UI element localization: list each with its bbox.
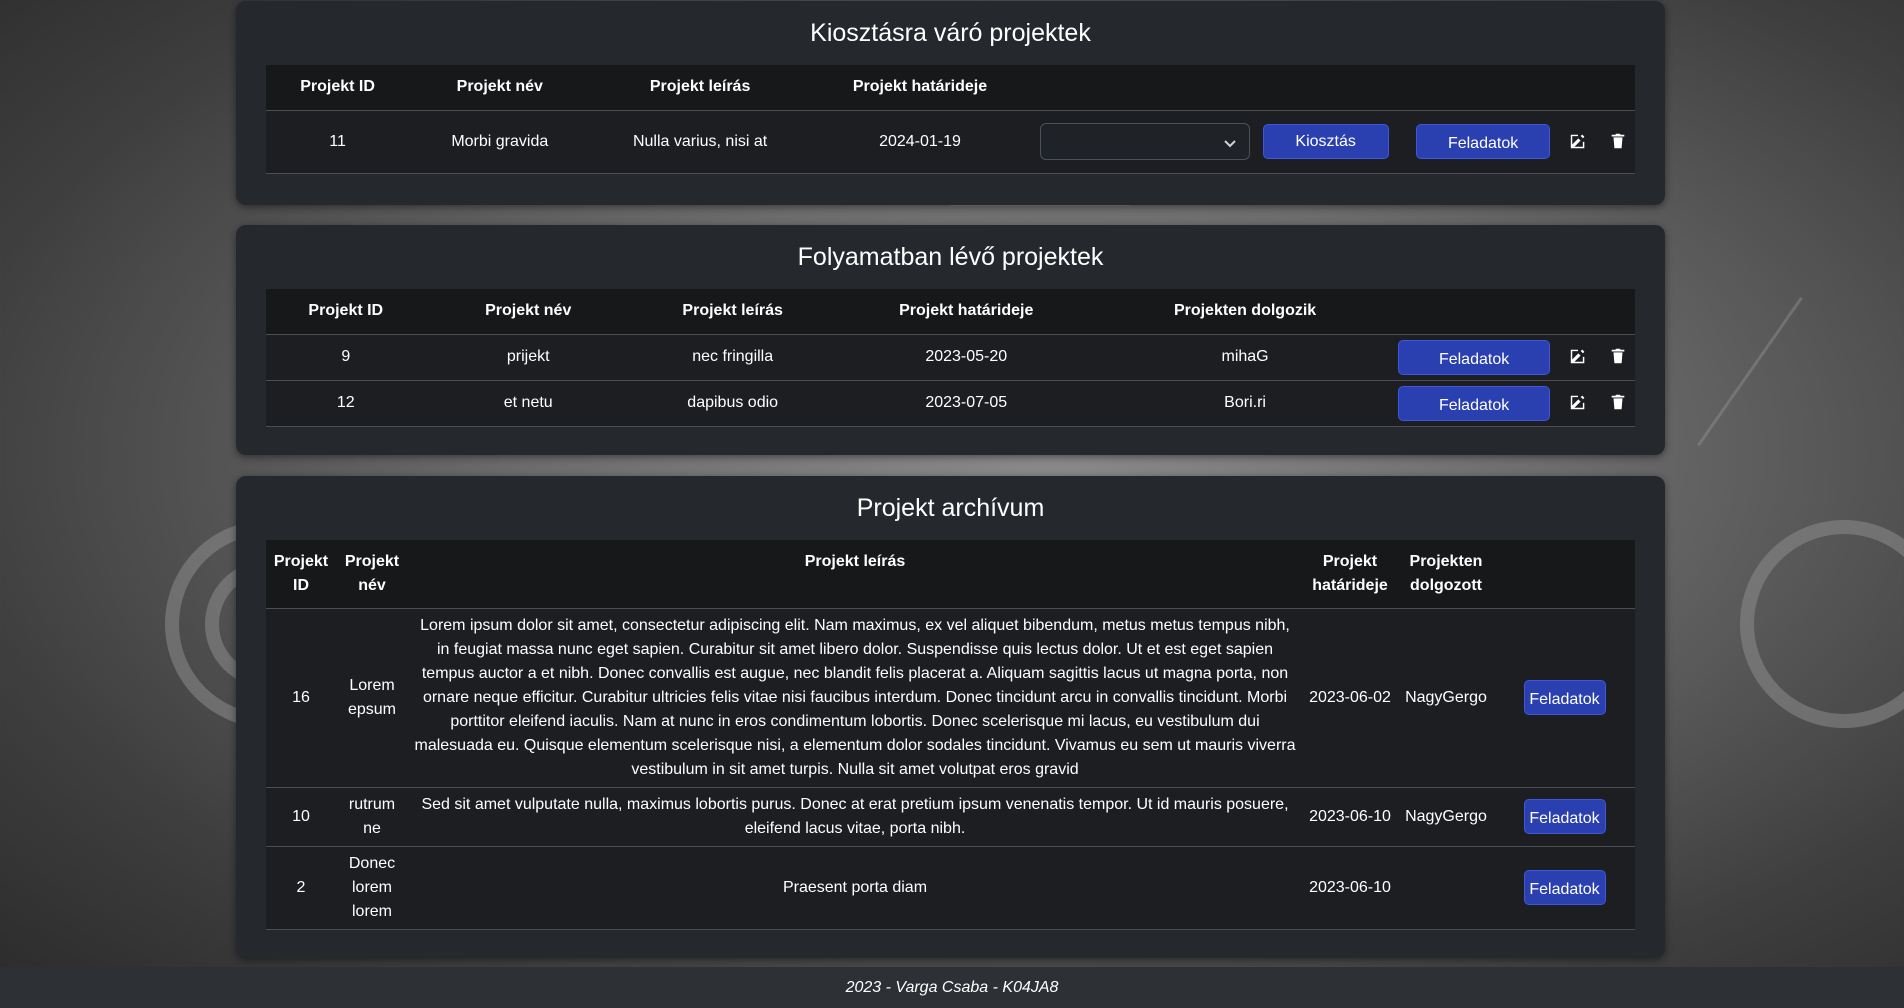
project-worker: mihaG — [1098, 334, 1393, 381]
col-header-worker: Projekten dolgozik — [1098, 289, 1393, 335]
project-id: 12 — [266, 380, 426, 427]
trash-icon[interactable] — [1609, 393, 1629, 413]
project-worker: Bori.ri — [1098, 380, 1393, 427]
actions-cell: Feladatok — [1494, 787, 1635, 847]
col-header-id: Projekt ID — [266, 65, 410, 111]
project-deadline: 2023-06-02 — [1302, 608, 1398, 788]
tasks-button[interactable]: Feladatok — [1398, 385, 1551, 421]
actions-cell: Kiosztás Feladatok — [1030, 110, 1635, 174]
col-header-actions — [1392, 289, 1635, 335]
project-name: Lorem epsum — [336, 608, 408, 788]
col-header-name: Projekt név — [336, 540, 408, 609]
col-header-name: Projekt név — [425, 289, 631, 335]
project-worker — [1398, 846, 1494, 930]
project-desc: Sed sit amet vulputate nulla, maximus lo… — [408, 787, 1302, 847]
table-row: 12 et netu dapibus odio 2023-07-05 Bori.… — [266, 380, 1635, 427]
project-name: rutrum ne — [336, 787, 408, 847]
chevron-down-icon — [1223, 134, 1237, 148]
project-id: 9 — [266, 334, 426, 381]
pending-projects-table: Projekt ID Projekt név Projekt leírás Pr… — [266, 65, 1635, 174]
edit-icon[interactable] — [1569, 347, 1589, 367]
col-header-worker: Projekten dolgozott — [1398, 540, 1494, 609]
archive-projects-table: Projekt ID Projekt név Projekt leírás Pr… — [266, 540, 1635, 930]
project-deadline: 2023-06-10 — [1302, 846, 1398, 930]
col-header-deadline: Projekt határideje — [1302, 540, 1398, 609]
table-row: 16 Lorem epsum Lorem ipsum dolor sit ame… — [266, 608, 1635, 788]
project-desc: Nulla varius, nisi at — [590, 110, 810, 174]
edit-icon[interactable] — [1569, 393, 1589, 413]
actions-cell: Feladatok — [1392, 334, 1635, 381]
project-name: Morbi gravida — [409, 110, 591, 174]
project-name: Donec lorem lorem — [336, 846, 408, 930]
col-header-id: Projekt ID — [266, 289, 426, 335]
col-header-id: Projekt ID — [266, 540, 336, 609]
table-row: 10 rutrum ne Sed sit amet vulputate null… — [266, 787, 1635, 847]
col-header-desc: Projekt leírás — [408, 540, 1302, 609]
project-id: 16 — [266, 608, 336, 788]
actions-cell: Feladatok — [1494, 608, 1635, 788]
col-header-actions — [1494, 540, 1635, 609]
project-worker: NagyGergo — [1398, 608, 1494, 788]
project-desc: Lorem ipsum dolor sit amet, consectetur … — [408, 608, 1302, 788]
project-desc: dapibus odio — [630, 380, 835, 427]
table-row: 2 Donec lorem lorem Praesent porta diam … — [266, 846, 1635, 930]
project-desc: Praesent porta diam — [408, 846, 1302, 930]
actions-cell: Feladatok — [1392, 380, 1635, 427]
project-id: 11 — [266, 110, 410, 174]
background-line — [1697, 296, 1803, 447]
trash-icon[interactable] — [1609, 132, 1629, 152]
project-deadline: 2023-06-10 — [1302, 787, 1398, 847]
project-desc: nec fringilla — [630, 334, 835, 381]
col-header-deadline: Projekt határideje — [809, 65, 1031, 111]
panel-title: Folyamatban lévő projektek — [797, 243, 1104, 271]
project-name: et netu — [425, 380, 631, 427]
col-header-desc: Projekt leírás — [630, 289, 835, 335]
project-deadline: 2024-01-19 — [809, 110, 1031, 174]
in-progress-projects-table: Projekt ID Projekt név Projekt leírás Pr… — [266, 289, 1635, 427]
tasks-button[interactable]: Feladatok — [1523, 870, 1606, 905]
panel-title: Kiosztásra váró projektek — [810, 19, 1091, 47]
project-deadline: 2023-05-20 — [834, 334, 1099, 381]
page-footer: 2023 - Varga Csaba - K04JA8 — [0, 967, 1904, 1008]
tasks-button[interactable]: Feladatok — [1523, 680, 1606, 715]
actions-cell: Feladatok — [1494, 846, 1635, 930]
assign-button[interactable]: Kiosztás — [1262, 124, 1389, 159]
tasks-button[interactable]: Feladatok — [1416, 124, 1551, 159]
archive-projects-panel: Projekt archívum Projekt ID Projekt név … — [236, 476, 1665, 958]
project-id: 10 — [266, 787, 336, 847]
col-header-name: Projekt név — [409, 65, 591, 111]
project-deadline: 2023-07-05 — [834, 380, 1099, 427]
table-row: 11 Morbi gravida Nulla varius, nisi at 2… — [266, 110, 1635, 174]
panel-title: Projekt archívum — [856, 494, 1045, 522]
pending-projects-panel: Kiosztásra váró projektek Projekt ID Pro… — [236, 1, 1665, 205]
project-name: prijekt — [425, 334, 631, 381]
background-check-ring — [1740, 520, 1904, 728]
tasks-button[interactable]: Feladatok — [1398, 339, 1551, 375]
col-header-deadline: Projekt határideje — [834, 289, 1099, 335]
col-header-desc: Projekt leírás — [590, 65, 810, 111]
project-id: 2 — [266, 846, 336, 930]
trash-icon[interactable] — [1609, 347, 1629, 367]
table-row: 9 prijekt nec fringilla 2023-05-20 mihaG… — [266, 334, 1635, 381]
col-header-actions — [1030, 65, 1635, 111]
in-progress-projects-panel: Folyamatban lévő projektek Projekt ID Pr… — [236, 225, 1665, 455]
tasks-button[interactable]: Feladatok — [1523, 799, 1606, 834]
project-worker: NagyGergo — [1398, 787, 1494, 847]
edit-icon[interactable] — [1569, 132, 1589, 152]
assign-user-select[interactable] — [1040, 123, 1251, 160]
